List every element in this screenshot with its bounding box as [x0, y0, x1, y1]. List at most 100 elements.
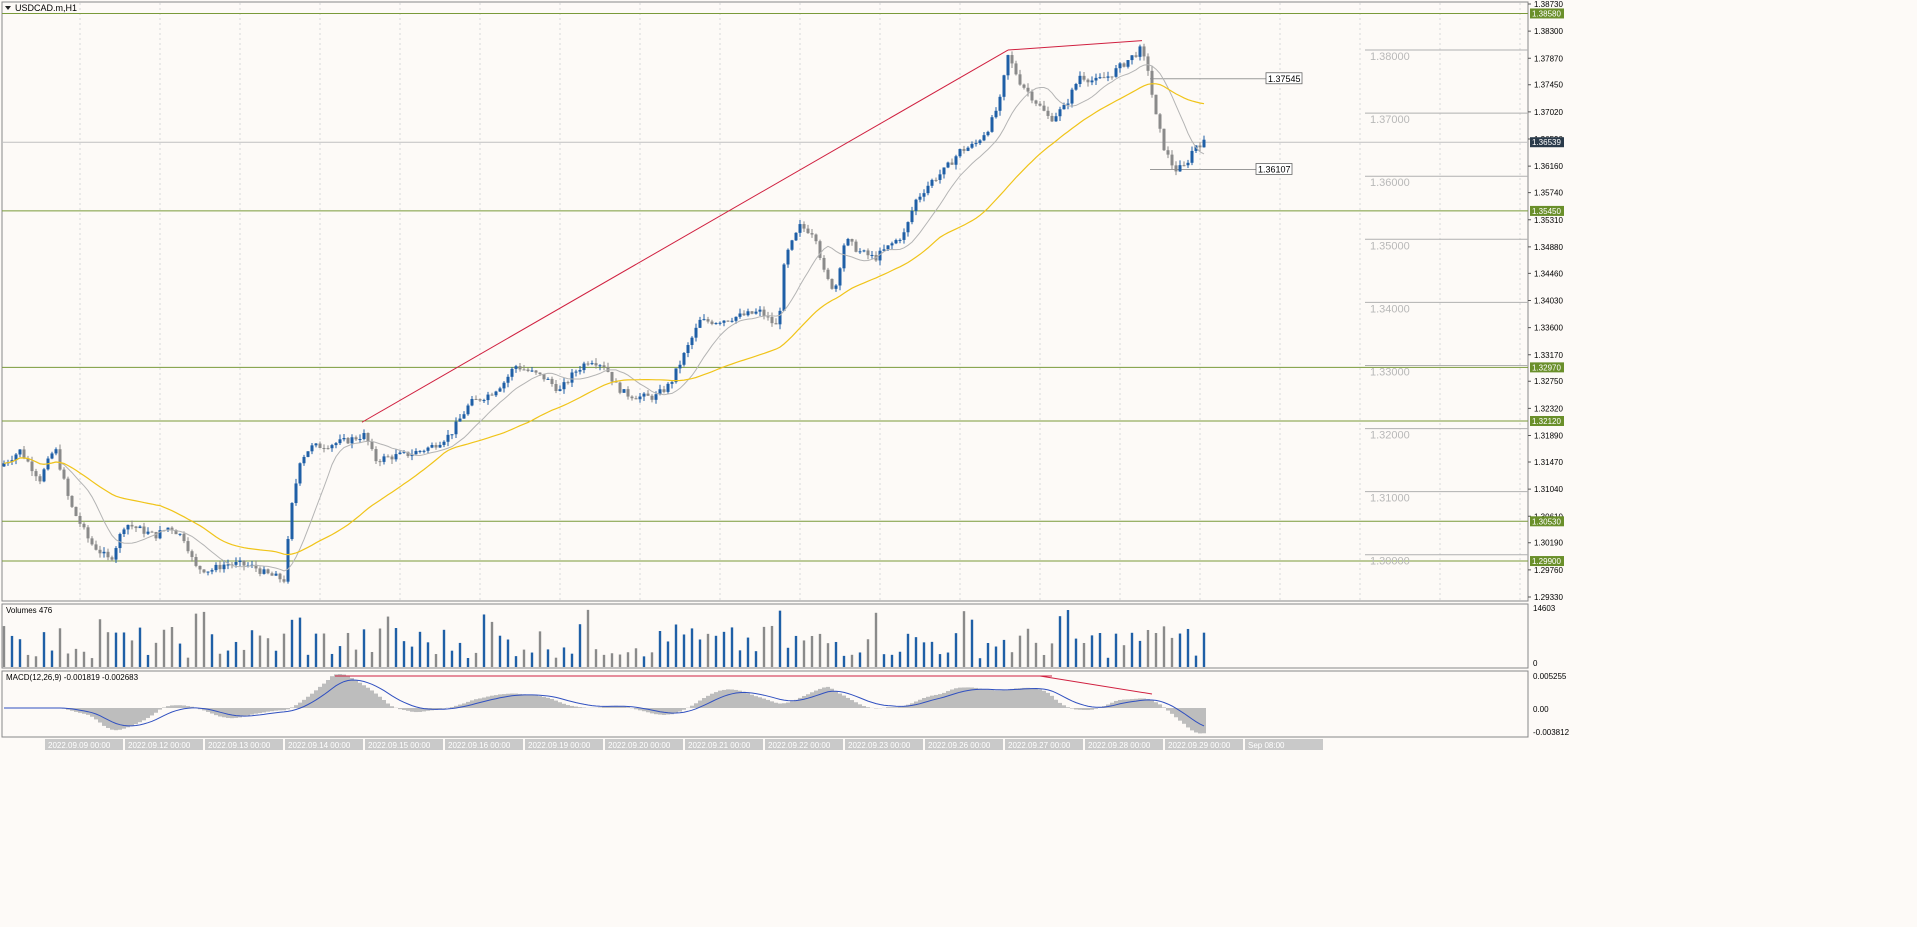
volume-bar: [43, 632, 45, 667]
candle-body: [979, 140, 982, 143]
candle-body: [343, 438, 346, 439]
volume-bar: [1107, 658, 1109, 667]
volume-bar: [899, 652, 901, 667]
symbol-title[interactable]: USDCAD.m,H1: [5, 3, 77, 13]
macd-histogram-bar: [790, 701, 794, 708]
dropdown-triangle-icon[interactable]: [5, 6, 11, 10]
usdcad-h1-chart[interactable]: 1.380001.370001.360001.350001.340001.330…: [0, 0, 1917, 922]
candle-body: [19, 449, 22, 454]
macd-histogram-bar: [290, 707, 294, 708]
macd-histogram-bar: [1158, 704, 1162, 708]
trend-line[interactable]: [1008, 41, 1142, 50]
candle-body: [751, 311, 754, 313]
candle-body: [527, 370, 530, 371]
volume-bar: [1075, 639, 1077, 667]
candle-body: [31, 462, 34, 472]
volume-bar: [1051, 643, 1053, 667]
macd-histogram-bar: [1126, 699, 1130, 708]
candle-body: [723, 321, 726, 323]
candle-body: [331, 445, 334, 448]
candle-body: [1071, 90, 1074, 104]
macd-histogram-bar: [1182, 708, 1186, 724]
volume-bar: [995, 647, 997, 667]
candle-body: [495, 392, 498, 396]
macd-histogram-bar: [118, 708, 122, 730]
macd-histogram-bar: [414, 708, 418, 712]
candle-body: [1135, 55, 1138, 57]
candle-body: [843, 245, 846, 268]
candle-body: [631, 397, 634, 399]
candle-body: [1087, 80, 1090, 83]
candle-body: [859, 251, 862, 252]
candle-body: [71, 496, 74, 507]
macd-histogram-bar: [950, 690, 954, 708]
volume-label: Volumes 476: [6, 606, 53, 615]
macd-divergence-line[interactable]: [1040, 676, 1152, 694]
macd-histogram-bar: [770, 701, 774, 708]
trend-line[interactable]: [362, 50, 1008, 422]
volume-bar: [595, 649, 597, 667]
macd-histogram-bar: [1050, 696, 1054, 708]
candle-body: [227, 565, 230, 566]
macd-histogram-bar: [1202, 708, 1206, 733]
candle-body: [379, 461, 382, 462]
round-level-label: 1.31000: [1370, 493, 1410, 505]
candle-body: [1167, 150, 1170, 154]
macd-histogram-bar: [742, 692, 746, 708]
macd-histogram-bar: [370, 690, 374, 708]
volume-bar: [931, 642, 933, 667]
candle-body: [1143, 46, 1146, 56]
volume-bar: [219, 654, 221, 667]
candle-body: [295, 483, 298, 503]
candle-body: [583, 364, 586, 371]
volume-bar: [635, 648, 637, 667]
candle-body: [715, 323, 718, 324]
macd-histogram-bar: [170, 705, 174, 708]
macd-histogram-bar: [786, 702, 790, 708]
volume-bar: [779, 611, 781, 667]
candle-body: [307, 451, 310, 457]
volume-bar: [1067, 610, 1069, 667]
candle-body: [1055, 116, 1058, 121]
volume-bar: [411, 647, 413, 667]
macd-histogram-bar: [330, 676, 334, 708]
candle-body: [627, 389, 630, 396]
candle-body: [367, 433, 370, 442]
macd-histogram-bar: [178, 705, 182, 708]
volume-bar: [91, 658, 93, 667]
candle-body: [339, 439, 342, 443]
volume-bar: [355, 650, 357, 667]
candle-body: [1079, 76, 1082, 84]
macd-histogram-bar: [866, 707, 870, 708]
candle-body: [691, 338, 694, 345]
volume-bar: [267, 638, 269, 667]
macd-histogram-bar: [338, 674, 342, 708]
candle-body: [1095, 78, 1098, 81]
price-panel[interactable]: [2, 2, 1528, 601]
candle-body: [1199, 145, 1202, 147]
y-tick-label: 1.29330: [1534, 593, 1563, 602]
candle-body: [1091, 81, 1094, 83]
macd-histogram-bar: [270, 708, 274, 711]
macd-histogram-bar: [490, 696, 494, 708]
round-level-label: 1.32000: [1370, 430, 1410, 442]
volume-bar: [27, 655, 29, 667]
candle-body: [731, 321, 734, 322]
volume-bar: [3, 626, 5, 667]
candle-body: [1083, 76, 1086, 80]
volume-bar: [1011, 652, 1013, 667]
y-tick-label: 1.31890: [1534, 432, 1563, 441]
y-tick-label: 1.32320: [1534, 404, 1563, 413]
volume-bar: [939, 654, 941, 667]
x-tick-label: 2022.09.22 00:00: [768, 741, 831, 750]
macd-histogram-bar: [562, 704, 566, 708]
candle-body: [555, 384, 558, 391]
macd-histogram-bar: [894, 707, 898, 708]
macd-histogram-bar: [1082, 708, 1086, 710]
x-tick-label: 2022.09.16 00:00: [448, 741, 511, 750]
volume-bar: [1187, 629, 1189, 667]
macd-histogram-bar: [278, 708, 282, 710]
macd-histogram-bar: [1002, 690, 1006, 708]
candle-body: [963, 149, 966, 151]
candle-body: [1171, 155, 1174, 166]
